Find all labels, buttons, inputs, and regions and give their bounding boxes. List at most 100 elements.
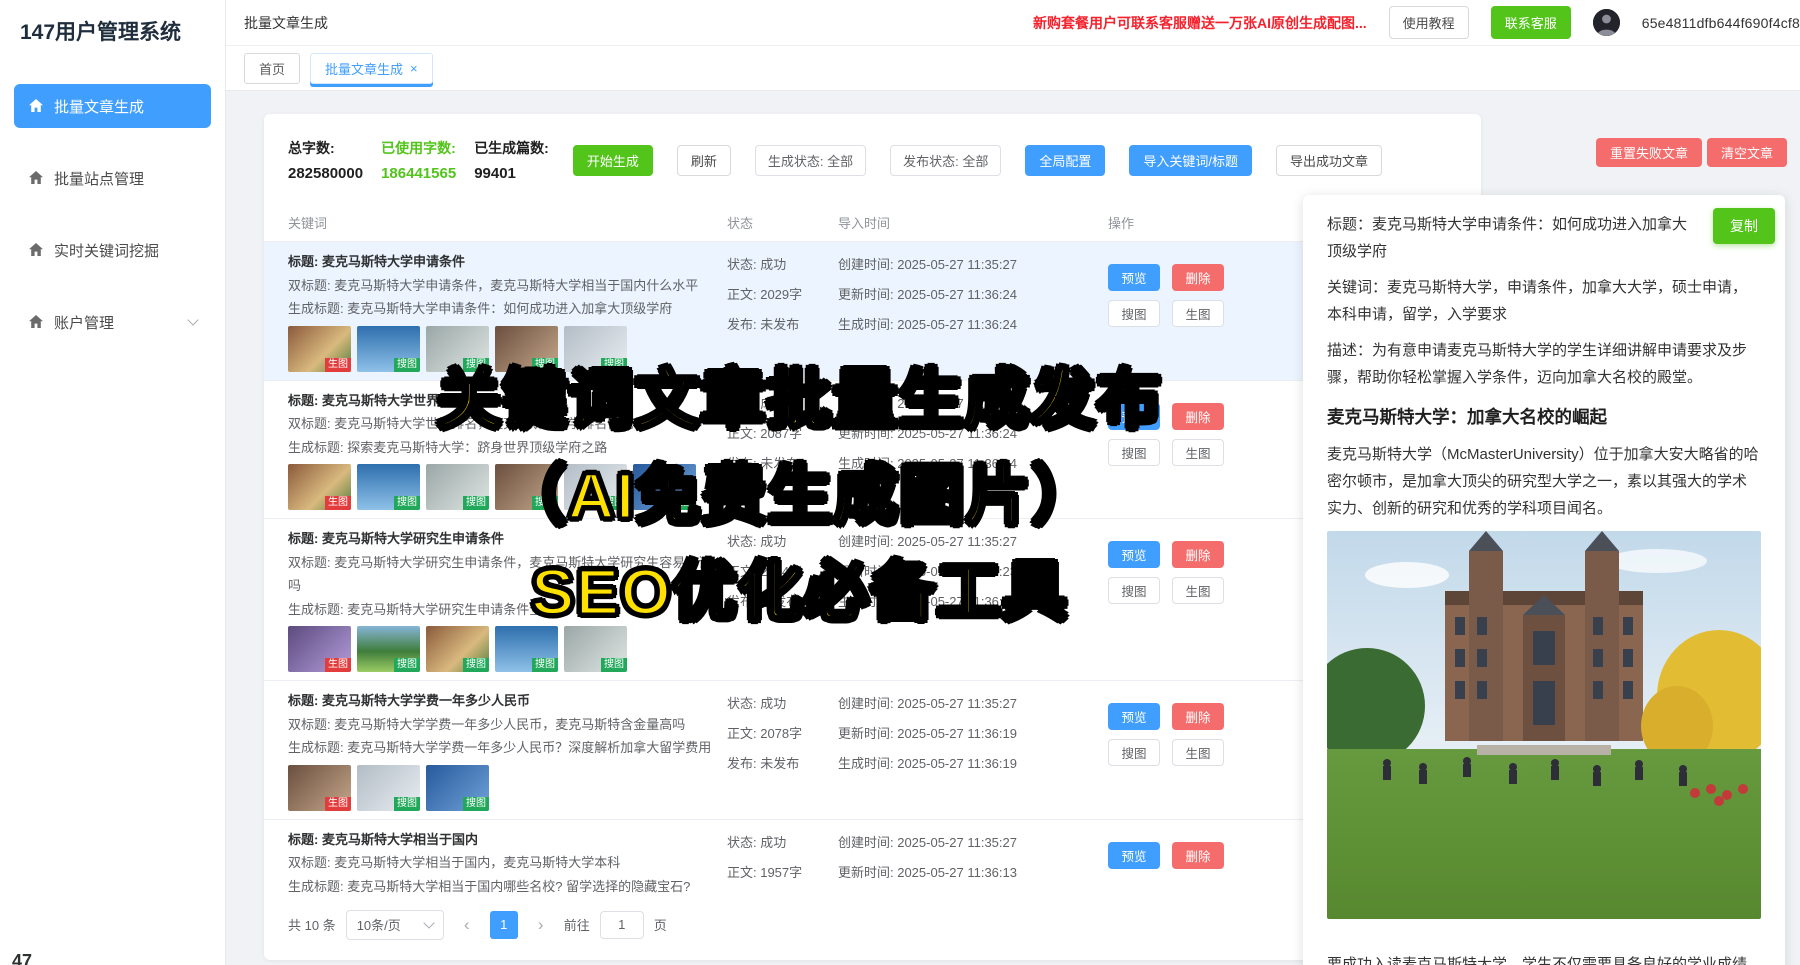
tab-label: 首页 bbox=[259, 59, 285, 78]
thumbnail[interactable]: 搜图 bbox=[426, 464, 489, 510]
keyword-cell: 标题: 麦克马斯特大学研究生申请条件 双标题: 麦克马斯特大学研究生申请条件，麦… bbox=[288, 527, 720, 672]
preview-heading: 麦克马斯特大学：加拿大名校的崛起 bbox=[1327, 404, 1761, 429]
thumbnail[interactable]: 搜图 bbox=[426, 626, 489, 672]
status-cell: 状态: 成功 正文: 2064字 发布: 未发布 bbox=[727, 527, 832, 672]
app-window: 147用户管理系统 批量文章生成 批量站点管理 实时关键词挖掘 账户管理 47 bbox=[0, 0, 1800, 965]
search-image-button[interactable]: 搜图 bbox=[1108, 577, 1160, 604]
thumbnail[interactable]: 搜图 bbox=[426, 765, 489, 811]
home-icon bbox=[28, 242, 44, 258]
preview-button[interactable]: 预览 bbox=[1108, 403, 1160, 430]
per-page-select[interactable]: 10条/页 bbox=[346, 910, 444, 940]
search-image-tag: 搜图 bbox=[601, 496, 627, 510]
preview-keywords: 关键词：麦克马斯特大学，申请条件，加拿大大学，硕士申请，本科申请，留学，入学要求 bbox=[1327, 274, 1761, 328]
tab-home[interactable]: 首页 bbox=[244, 53, 300, 84]
search-image-tag: 搜图 bbox=[394, 496, 420, 510]
thumbnail[interactable]: 搜图 bbox=[564, 626, 627, 672]
thumbnail[interactable]: 搜图 bbox=[564, 464, 627, 510]
tab-batch-article[interactable]: 批量文章生成 × bbox=[310, 53, 433, 84]
delete-button[interactable]: 删除 bbox=[1172, 541, 1224, 568]
delete-button[interactable]: 删除 bbox=[1172, 264, 1224, 291]
total-count: 共 10 条 bbox=[288, 915, 336, 934]
next-page-button[interactable]: › bbox=[528, 911, 554, 939]
thumbnail-strip: 生图搜图搜图搜图搜图 bbox=[288, 626, 720, 672]
table-row[interactable]: 标题: 麦克马斯特大学申请条件 双标题: 麦克马斯特大学申请条件，麦克马斯特大学… bbox=[264, 242, 1481, 381]
prev-page-button[interactable]: ‹ bbox=[454, 911, 480, 939]
thumbnail[interactable]: 搜图 bbox=[495, 464, 558, 510]
search-image-button[interactable]: 搜图 bbox=[1108, 739, 1160, 766]
thumbnail[interactable]: 搜图 bbox=[633, 464, 696, 510]
thumbnail[interactable]: 搜图 bbox=[495, 326, 558, 372]
preview-button[interactable]: 预览 bbox=[1108, 541, 1160, 568]
sidebar-item-keyword-mining[interactable]: 实时关键词挖掘 bbox=[14, 228, 211, 272]
thumbnail[interactable]: 生图 bbox=[288, 464, 351, 510]
sidebar-item-batch-article[interactable]: 批量文章生成 bbox=[14, 84, 211, 128]
thumbnail[interactable]: 搜图 bbox=[357, 765, 420, 811]
sidebar-item-batch-site[interactable]: 批量站点管理 bbox=[14, 156, 211, 200]
import-keywords-button[interactable]: 导入关键词/标题 bbox=[1129, 145, 1252, 176]
table-row[interactable]: 标题: 麦克马斯特大学学费一年多少人民币 双标题: 麦克马斯特大学学费一年多少人… bbox=[264, 681, 1481, 820]
preview-title: 标题：麦克马斯特大学申请条件：如何成功进入加拿大顶级学府 bbox=[1327, 211, 1761, 265]
global-config-button[interactable]: 全局配置 bbox=[1025, 145, 1105, 176]
table-row[interactable]: 标题: 麦克马斯特大学研究生申请条件 双标题: 麦克马斯特大学研究生申请条件，麦… bbox=[264, 519, 1481, 681]
thumbnail[interactable]: 搜图 bbox=[495, 626, 558, 672]
delete-button[interactable]: 删除 bbox=[1172, 703, 1224, 730]
search-image-button[interactable]: 搜图 bbox=[1108, 300, 1160, 327]
status-cell: 状态: 成功 正文: 1957字 bbox=[727, 828, 832, 886]
tutorial-button[interactable]: 使用教程 bbox=[1389, 6, 1469, 39]
page-number-1[interactable]: 1 bbox=[490, 911, 518, 939]
thumbnail[interactable]: 生图 bbox=[288, 626, 351, 672]
gen-image-tag: 生图 bbox=[325, 658, 351, 672]
search-image-tag: 搜图 bbox=[463, 496, 489, 510]
header-import-time: 导入时间 bbox=[838, 213, 1100, 232]
close-icon[interactable]: × bbox=[410, 61, 418, 76]
thumbnail[interactable]: 生图 bbox=[288, 326, 351, 372]
thumbnail[interactable]: 搜图 bbox=[357, 326, 420, 372]
status-cell: 状态: 成功 正文: 2029字 发布: 未发布 bbox=[727, 250, 832, 372]
sidebar-item-account[interactable]: 账户管理 bbox=[14, 300, 211, 344]
table-row[interactable]: 标题: 麦克马斯特大学相当于国内 双标题: 麦克马斯特大学相当于国内，麦克马斯特… bbox=[264, 820, 1481, 894]
actions-cell: 预览删除搜图生图 bbox=[1108, 389, 1268, 511]
thumbnail[interactable]: 搜图 bbox=[564, 326, 627, 372]
thumbnail[interactable]: 生图 bbox=[288, 765, 351, 811]
publish-status-select[interactable]: 发布状态: 全部 bbox=[890, 145, 1001, 176]
app-logo: 147用户管理系统 bbox=[0, 0, 225, 56]
generate-image-button[interactable]: 生图 bbox=[1172, 300, 1224, 327]
topbar-right-group: 新购套餐用户可联系客服赠送一万张AI原创生成配图... 使用教程 联系客服 65… bbox=[1033, 6, 1800, 39]
refresh-button[interactable]: 刷新 bbox=[677, 145, 731, 176]
generate-image-button[interactable]: 生图 bbox=[1172, 739, 1224, 766]
delete-button[interactable]: 删除 bbox=[1172, 403, 1224, 430]
thumbnail[interactable]: 搜图 bbox=[357, 626, 420, 672]
delete-button[interactable]: 删除 bbox=[1172, 842, 1224, 869]
search-image-button[interactable]: 搜图 bbox=[1108, 439, 1160, 466]
preview-button[interactable]: 预览 bbox=[1108, 703, 1160, 730]
preview-button[interactable]: 预览 bbox=[1108, 842, 1160, 869]
preview-button[interactable]: 预览 bbox=[1108, 264, 1160, 291]
thumbnail[interactable]: 搜图 bbox=[357, 464, 420, 510]
clear-articles-button[interactable]: 清空文章 bbox=[1707, 138, 1787, 167]
actions-cell: 预览删除搜图生图 bbox=[1108, 527, 1268, 672]
generate-image-button[interactable]: 生图 bbox=[1172, 577, 1224, 604]
table-row[interactable]: 标题: 麦克马斯特大学世界排名 双标题: 麦克马斯特大学世界排名，麦克马斯特大学… bbox=[264, 381, 1481, 520]
avatar[interactable] bbox=[1593, 9, 1620, 36]
contact-support-button[interactable]: 联系客服 bbox=[1491, 6, 1571, 39]
start-generate-button[interactable]: 开始生成 bbox=[573, 145, 653, 176]
home-icon bbox=[28, 170, 44, 186]
stat-used-words: 已使用字数: 186441565 bbox=[381, 138, 456, 182]
search-image-tag: 搜图 bbox=[463, 797, 489, 811]
goto-page-input[interactable] bbox=[600, 911, 644, 939]
search-image-tag: 搜图 bbox=[394, 358, 420, 372]
search-image-tag: 搜图 bbox=[670, 496, 696, 510]
time-cell: 创建时间: 2025-05-27 11:35:27 更新时间: 2025-05-… bbox=[838, 689, 1100, 811]
preview-bottom-text: 要成功入读麦克马斯特大学，学生不仅需要具备良好的学业成绩 bbox=[1327, 951, 1761, 965]
header-actions: 操作 bbox=[1108, 213, 1268, 232]
reset-failed-button[interactable]: 重置失败文章 bbox=[1596, 138, 1702, 167]
promo-notice[interactable]: 新购套餐用户可联系客服赠送一万张AI原创生成配图... bbox=[1033, 13, 1367, 33]
article-list-panel: 总字数: 282580000 已使用字数: 186441565 已生成篇数: 9… bbox=[264, 114, 1481, 960]
generate-image-button[interactable]: 生图 bbox=[1172, 439, 1224, 466]
generate-status-select[interactable]: 生成状态: 全部 bbox=[755, 145, 866, 176]
copy-button[interactable]: 复制 bbox=[1713, 208, 1775, 244]
status-cell: 状态: 成功 正文: 2087字 发布: 未发布 bbox=[727, 389, 832, 511]
export-success-button[interactable]: 导出成功文章 bbox=[1276, 145, 1382, 176]
thumbnail[interactable]: 搜图 bbox=[426, 326, 489, 372]
header-status: 状态 bbox=[727, 213, 832, 232]
